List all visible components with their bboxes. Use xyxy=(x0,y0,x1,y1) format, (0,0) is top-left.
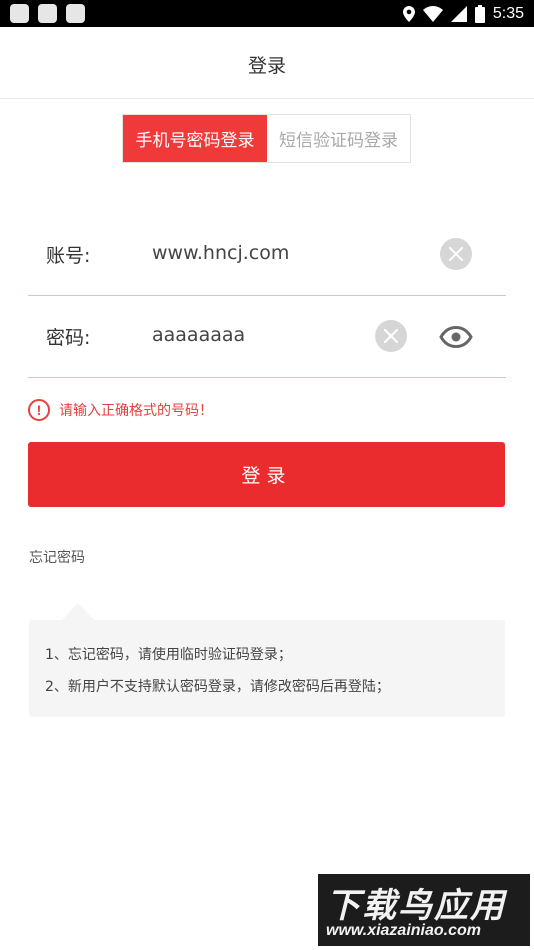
password-label: 密码: xyxy=(46,327,91,349)
watermark-url: www.xiazainiao.com xyxy=(326,922,482,939)
system-icons: 5:35 xyxy=(402,2,524,25)
notification-icon xyxy=(38,4,57,23)
eye-icon xyxy=(439,326,473,348)
signal-icon xyxy=(450,5,467,22)
close-icon xyxy=(384,329,398,343)
tip-line: 2、新用户不支持默认密码登录，请修改密码后再登陆； xyxy=(45,679,390,695)
close-icon xyxy=(449,247,463,261)
battery-icon xyxy=(474,4,485,23)
error-message: ! 请输入正确格式的号码！ xyxy=(28,397,213,423)
password-input[interactable] xyxy=(152,317,372,353)
status-time: 5:35 xyxy=(492,4,524,22)
location-icon xyxy=(402,5,415,22)
clear-account-button[interactable] xyxy=(440,238,472,270)
tab-password-login[interactable]: 手机号密码登录 xyxy=(123,115,267,162)
forgot-password-link[interactable]: 忘记密码 xyxy=(29,547,85,567)
tip-arrow xyxy=(62,603,94,620)
toggle-password-visibility-button[interactable] xyxy=(439,325,473,349)
page-title: 登录 xyxy=(247,55,286,77)
account-input[interactable] xyxy=(152,235,372,271)
notification-icons xyxy=(10,4,85,23)
login-button[interactable]: 登录 xyxy=(28,442,505,507)
notification-icon xyxy=(10,4,29,23)
clear-password-button[interactable] xyxy=(375,320,407,352)
tips-box: 1、忘记密码，请使用临时验证码登录； 2、新用户不支持默认密码登录，请修改密码后… xyxy=(29,620,505,717)
status-bar: 5:35 xyxy=(0,0,534,27)
account-row: 账号: xyxy=(28,213,506,296)
error-text: 请输入正确格式的号码！ xyxy=(59,403,213,419)
tab-sms-login[interactable]: 短信验证码登录 xyxy=(267,115,410,162)
warning-icon: ! xyxy=(28,399,50,421)
watermark-title: 下载鸟应用 xyxy=(326,886,506,926)
watermark: 下载鸟应用 www.xiazainiao.com xyxy=(318,874,530,946)
account-label: 账号: xyxy=(46,245,91,267)
app-header: 登录 xyxy=(0,27,534,99)
notification-icon xyxy=(66,4,85,23)
wifi-icon xyxy=(422,5,443,22)
password-row: 密码: xyxy=(28,295,506,378)
tip-line: 1、忘记密码，请使用临时验证码登录； xyxy=(45,647,292,663)
login-mode-tabs: 手机号密码登录 短信验证码登录 xyxy=(122,114,411,163)
